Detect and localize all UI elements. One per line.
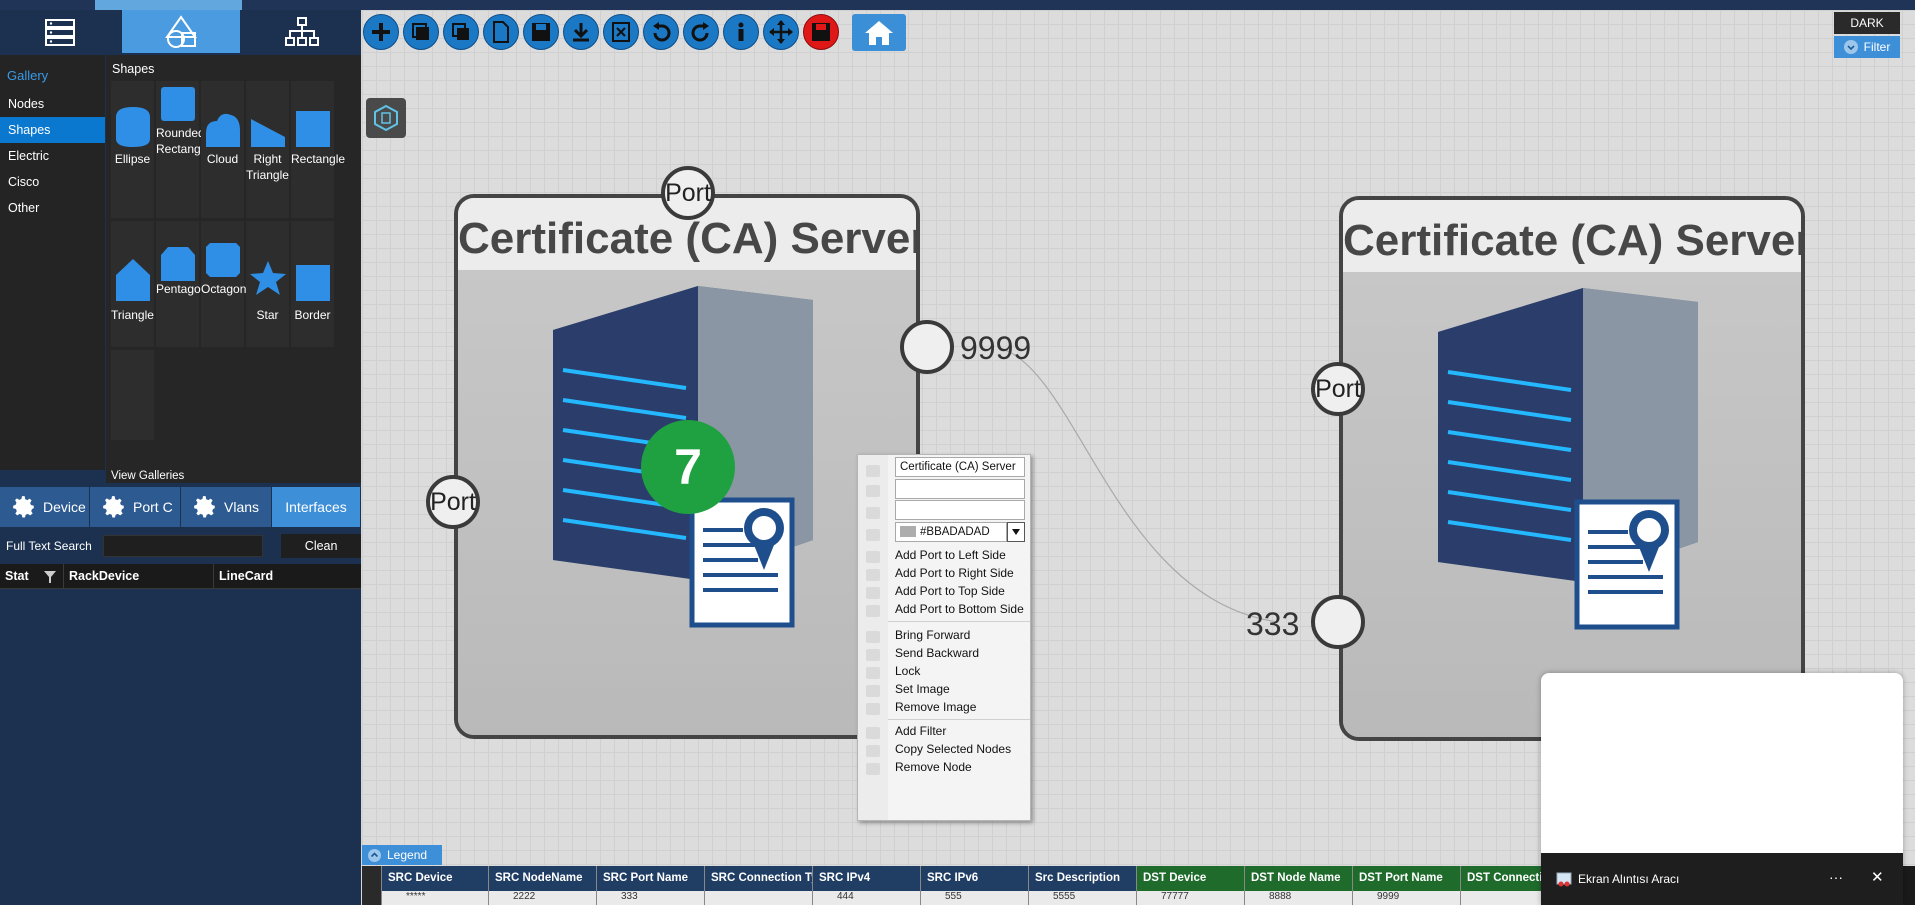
menu-lock[interactable]: Lock	[895, 664, 920, 678]
bring-forward-icon	[866, 631, 880, 643]
cell-dst-port-name: 9999	[1353, 891, 1461, 905]
edit-icon	[866, 465, 880, 477]
tag-icon	[866, 485, 880, 497]
port-left-lower[interactable]	[1311, 595, 1365, 649]
server-image	[1343, 272, 1801, 737]
menu-add-filter[interactable]: Add Filter	[895, 724, 946, 738]
cell-src-connection-type	[705, 891, 813, 905]
row-selector-header	[362, 866, 382, 891]
col-src-connection-type[interactable]: SRC Connection Typ	[705, 866, 813, 891]
trash-icon	[866, 703, 880, 715]
color-value: #BBADADAD	[920, 526, 990, 538]
port-right[interactable]	[900, 320, 954, 374]
color-dropdown-button[interactable]	[1007, 522, 1025, 542]
menu-copy-selected-nodes[interactable]: Copy Selected Nodes	[895, 742, 1011, 756]
more-options-icon[interactable]: ···	[1829, 869, 1843, 885]
chevron-down-icon	[1012, 529, 1020, 535]
col-dst-port-name[interactable]: DST Port Name	[1353, 866, 1461, 891]
col-dst-node-name[interactable]: DST Node Name	[1245, 866, 1353, 891]
port-top-icon	[866, 587, 880, 599]
cell-src-nodename: 2222	[489, 891, 597, 905]
node-certificate-server-2[interactable]: Certificate (CA) Server	[1339, 196, 1805, 741]
copy-icon	[866, 745, 880, 757]
menu-bring-forward[interactable]: Bring Forward	[895, 628, 970, 642]
cell-dst-node-name: 8888	[1245, 891, 1353, 905]
filter-icon	[866, 727, 880, 739]
chevron-up-icon	[368, 848, 381, 862]
port-top[interactable]: Port	[661, 166, 715, 220]
lock-icon	[866, 667, 880, 679]
menu-set-image[interactable]: Set Image	[895, 682, 950, 696]
menu-separator	[888, 719, 1030, 720]
port-left-lower-label: 333	[1246, 606, 1300, 642]
close-icon[interactable]: ✕	[1871, 868, 1884, 886]
port-right-label: 9999	[960, 330, 1032, 366]
node-field-3-input[interactable]	[895, 500, 1025, 520]
paint-bucket-icon	[866, 529, 880, 541]
color-select[interactable]: #BBADADAD	[895, 522, 1007, 542]
color-swatch	[900, 526, 916, 538]
snipping-tool-icon	[1556, 872, 1572, 887]
cell-src-description: 5555	[1029, 891, 1137, 905]
node-name-input[interactable]: Certificate (CA) Server	[895, 457, 1025, 477]
menu-send-backward[interactable]: Send Backward	[895, 646, 979, 660]
cell-src-device: *****	[382, 891, 489, 905]
menu-remove-node[interactable]: Remove Node	[895, 760, 972, 774]
node-title: Certificate (CA) Server	[1343, 200, 1801, 272]
port-bottom-icon	[866, 605, 880, 617]
menu-remove-image[interactable]: Remove Image	[895, 700, 976, 714]
row-selector[interactable]	[362, 891, 382, 905]
col-src-device[interactable]: SRC Device	[382, 866, 489, 891]
port-left[interactable]: Port	[426, 475, 480, 529]
snipping-tool-bar: Ekran Alıntısı Aracı ··· ✕	[1541, 853, 1903, 905]
port-right-icon	[866, 569, 880, 581]
cell-dst-device: 77777	[1137, 891, 1245, 905]
connections-table-header: SRC Device SRC NodeName SRC Port Name SR…	[362, 866, 1561, 891]
menu-add-port-top[interactable]: Add Port to Top Side	[895, 584, 1005, 598]
cell-src-ipv4: 444	[813, 891, 921, 905]
menu-add-port-right[interactable]: Add Port to Right Side	[895, 566, 1014, 580]
server-certificate-icon	[1438, 288, 1698, 630]
col-src-description[interactable]: Src Description	[1029, 866, 1137, 891]
legend-label: Legend	[387, 848, 428, 862]
menu-add-port-bottom[interactable]: Add Port to Bottom Side	[895, 602, 1024, 616]
menu-add-port-left[interactable]: Add Port to Left Side	[895, 548, 1006, 562]
node-count-badge: 7	[641, 420, 735, 514]
col-src-ipv6[interactable]: SRC IPv6	[921, 866, 1029, 891]
menu-separator	[888, 621, 1030, 622]
table-row[interactable]: ***** 2222 333 444 555 5555 77777 8888 9…	[362, 891, 1561, 905]
snipping-tool-title: Ekran Alıntısı Aracı	[1578, 872, 1680, 886]
port-left[interactable]: Port	[1311, 362, 1365, 416]
col-dst-device[interactable]: DST Device	[1137, 866, 1245, 891]
legend-toggle[interactable]: Legend	[362, 845, 442, 865]
col-src-ipv4[interactable]: SRC IPv4	[813, 866, 921, 891]
send-backward-icon	[866, 649, 880, 661]
context-menu: Certificate (CA) Server #BBADADAD Add Po…	[857, 454, 1031, 821]
tag-icon	[866, 507, 880, 519]
node-field-2-input[interactable]	[895, 479, 1025, 499]
col-src-nodename[interactable]: SRC NodeName	[489, 866, 597, 891]
col-src-port-name[interactable]: SRC Port Name	[597, 866, 705, 891]
cell-src-port-name: 333	[597, 891, 705, 905]
cell-src-ipv6: 555	[921, 891, 1029, 905]
image-icon	[866, 685, 880, 697]
port-left-icon	[866, 551, 880, 563]
trash-icon	[866, 763, 880, 775]
